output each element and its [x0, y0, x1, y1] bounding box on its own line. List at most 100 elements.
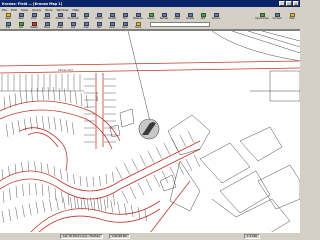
home-button[interactable]: Home — [132, 21, 144, 30]
add-button[interactable]: Add — [15, 21, 27, 30]
area-label: Area — [83, 25, 89, 29]
title-bar: Kronos: Field — [Kronos Map 1] _ □ × — [0, 0, 300, 7]
lot-line — [103, 199, 107, 212]
lot-line — [56, 198, 59, 211]
lot-line — [69, 89, 72, 103]
connect-button[interactable]: Connect — [271, 12, 283, 21]
select-button[interactable]: Select — [41, 12, 53, 21]
menu-file[interactable]: File — [2, 8, 7, 12]
synchronize-button[interactable]: Synchronize — [255, 12, 269, 21]
lot-line — [2, 190, 5, 204]
layers-button[interactable]: Layers — [145, 12, 157, 21]
gps-label: GPS — [200, 16, 206, 20]
zoom-in-button[interactable]: Zoom In — [54, 12, 66, 21]
lot-line — [35, 183, 37, 196]
lot-line — [47, 86, 50, 101]
scale-readout: 1:1,000 — [244, 234, 260, 239]
extent-button[interactable]: Extent — [93, 12, 105, 21]
redraw-button[interactable]: Redraw — [158, 12, 170, 21]
line-button[interactable]: Line — [67, 21, 79, 30]
lot-line — [110, 200, 113, 213]
menu-help[interactable]: Help — [72, 8, 79, 12]
label-button[interactable]: Label — [171, 12, 183, 21]
redo-button[interactable]: Redo — [119, 21, 131, 30]
lot-line — [124, 203, 127, 216]
lot-line — [193, 154, 201, 168]
lot-line — [86, 176, 88, 187]
lot-line — [15, 207, 18, 220]
lot-line — [54, 188, 57, 201]
lot-line — [71, 121, 75, 135]
map-drawing[interactable]: Kirkland Rd Keith St — [0, 31, 300, 232]
lot-line — [17, 119, 21, 134]
window-title: Kronos: Field — [Kronos Map 1] — [2, 1, 63, 6]
lot-line — [80, 197, 83, 210]
lot-line — [60, 168, 62, 180]
identify-button[interactable]: Identify — [106, 12, 118, 21]
lot-line — [63, 197, 66, 210]
minimize-button[interactable]: _ — [279, 1, 285, 6]
area-button[interactable]: Area — [80, 21, 92, 30]
lot-line — [22, 205, 25, 218]
menu-query[interactable]: Query — [32, 8, 41, 12]
lot-line — [179, 134, 187, 148]
pan-button[interactable]: Pan — [80, 12, 92, 21]
gps-button[interactable]: GPS — [197, 12, 209, 21]
delete-label: Delete — [30, 25, 38, 29]
text-button[interactable]: Text — [93, 21, 105, 30]
lot-line — [49, 199, 52, 212]
delete-button[interactable]: Delete — [28, 21, 40, 30]
lot-line — [61, 190, 63, 204]
lot-line — [40, 162, 43, 173]
maximize-button[interactable]: □ — [286, 1, 292, 6]
menu-edit[interactable]: Edit — [11, 8, 17, 12]
right-parcels — [109, 108, 300, 232]
print-button[interactable]: Print — [28, 12, 40, 21]
lot-line — [76, 196, 79, 210]
edit-button[interactable]: Edit — [2, 21, 14, 30]
vertical-road — [95, 73, 104, 149]
identify-label: Identify — [107, 16, 117, 20]
location-marker[interactable] — [138, 118, 160, 140]
options-button[interactable]: Options — [210, 12, 222, 21]
menu-window[interactable]: Window — [56, 8, 68, 12]
lot-line — [99, 175, 101, 186]
lot-line — [53, 166, 56, 177]
close-button[interactable]: × — [293, 1, 299, 6]
lot-line — [163, 142, 171, 156]
lot-line — [169, 166, 177, 180]
update-button[interactable]: Update — [184, 12, 196, 21]
find-button[interactable]: Find — [119, 12, 131, 21]
zoom-out-button[interactable]: Zoom Out — [67, 12, 79, 21]
move-button[interactable]: Move — [41, 21, 53, 30]
layer-combo[interactable] — [150, 22, 210, 27]
lot-line — [69, 197, 73, 210]
map-canvas[interactable]: Kirkland Rd Keith St — [0, 30, 300, 232]
lot-line — [187, 130, 195, 144]
window-controls: _ □ × — [279, 1, 299, 6]
lot-line — [144, 208, 147, 222]
home-label: Home — [134, 25, 142, 29]
save-button[interactable]: Save — [15, 12, 27, 21]
lot-line — [5, 123, 9, 138]
help-button[interactable]: Help — [286, 12, 298, 21]
lot-line — [8, 166, 10, 177]
folder-button[interactable]: Open — [2, 12, 14, 21]
lot-line — [64, 88, 66, 102]
menu-view[interactable]: View — [21, 8, 28, 12]
coordinate-readout: Lat: 35.7612 Long: -78.6542 — [60, 234, 103, 239]
lot-line — [105, 174, 108, 185]
lot-line — [59, 118, 63, 132]
toolbar-row-1: Open Save Print Select Zoom In Zoom Out Pan Ext… — [2, 12, 222, 21]
utility-line — [127, 31, 151, 122]
lot-line — [93, 198, 96, 211]
measure-button[interactable]: Measure — [132, 12, 144, 21]
draw-button[interactable]: Draw — [54, 21, 66, 30]
undo-button[interactable]: Undo — [106, 21, 118, 30]
add-label: Add — [18, 25, 24, 29]
menu-tools[interactable]: Tools — [45, 8, 52, 12]
lot-line — [9, 188, 11, 201]
lot-line — [27, 161, 30, 172]
lot-line — [14, 163, 17, 174]
select-label: Select — [43, 16, 51, 20]
